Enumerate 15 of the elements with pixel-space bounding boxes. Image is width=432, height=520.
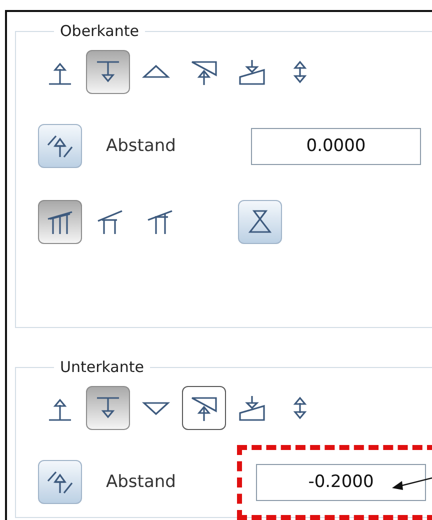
tool-button[interactable] — [182, 386, 226, 430]
field-label: Abstand — [106, 472, 177, 492]
input-field[interactable]: -0.2000 — [256, 464, 426, 500]
tool-button[interactable] — [238, 200, 282, 244]
tool-button[interactable] — [86, 386, 130, 430]
group-title: Unterkante — [59, 358, 145, 376]
field-label: Abstand — [106, 136, 177, 156]
ramp-down-icon — [237, 393, 267, 423]
ramp-down-icon — [237, 57, 267, 87]
tool-button[interactable] — [38, 200, 82, 244]
toggle-button[interactable] — [38, 460, 82, 504]
toggle-button[interactable] — [38, 124, 82, 168]
group-title: Oberkante — [59, 22, 140, 40]
input-field[interactable]: 0.0000 — [251, 128, 421, 164]
tool-button[interactable] — [86, 50, 130, 94]
